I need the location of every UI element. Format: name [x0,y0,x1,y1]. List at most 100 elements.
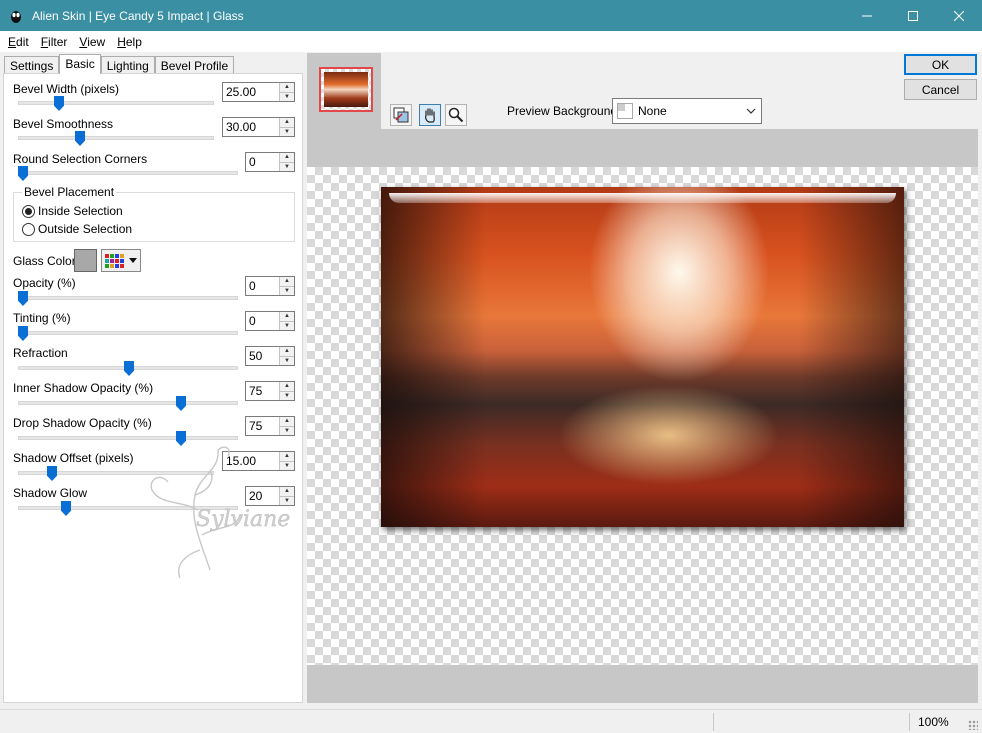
inner-shadow-thumb[interactable] [176,396,186,411]
preview-background-select[interactable]: None [612,98,762,124]
preview-pane[interactable] [307,129,978,703]
bevel-placement-title: Bevel Placement [22,185,117,199]
inner-shadow-stepper[interactable]: 75 ▲ ▼ [245,381,295,401]
drop-shadow-label: Drop Shadow Opacity (%) [13,416,152,430]
drop-shadow-down[interactable]: ▼ [280,426,294,435]
menu-edit[interactable]: Edit [2,35,35,49]
maximize-icon [908,10,918,21]
tinting-thumb[interactable] [18,326,28,341]
round-corners-down[interactable]: ▼ [280,162,294,171]
navigator-area [307,53,381,129]
chevron-down-icon [741,108,761,114]
cancel-button[interactable]: Cancel [904,79,977,100]
menu-help[interactable]: Help [111,35,148,49]
refraction-label: Refraction [13,346,68,360]
tinting-stepper[interactable]: 0 ▲ ▼ [245,311,295,331]
shadow-glow-thumb[interactable] [61,501,71,516]
tab-basic[interactable]: Basic [59,54,101,74]
menu-filter[interactable]: Filter [35,35,74,49]
round-corners-thumb[interactable] [18,166,28,181]
refraction-value[interactable]: 50 [246,347,279,365]
bevel-smoothness-thumb[interactable] [75,131,85,146]
tinting-value[interactable]: 0 [246,312,279,330]
close-button[interactable] [936,0,982,31]
inner-shadow-slider[interactable] [18,401,238,405]
tinting-down[interactable]: ▼ [280,321,294,330]
menu-bar: Edit Filter View Help [0,31,982,52]
hand-tool-button[interactable] [419,104,441,126]
minimize-icon [862,15,872,16]
close-icon [954,10,964,21]
refraction-down[interactable]: ▼ [280,356,294,365]
preview-image [381,187,904,527]
chevron-down-icon [129,258,137,263]
sylviane-watermark: Sylviane [150,446,291,579]
bevel-width-value[interactable]: 25.00 [223,83,279,101]
maximize-button[interactable] [890,0,936,31]
inner-shadow-down[interactable]: ▼ [280,391,294,400]
opacity-stepper[interactable]: 0 ▲ ▼ [245,276,295,296]
opacity-slider[interactable] [18,296,238,300]
shadow-offset-thumb[interactable] [47,466,57,481]
bevel-smoothness-up[interactable]: ▲ [280,118,294,128]
status-divider [713,713,714,731]
round-corners-value[interactable]: 0 [246,153,279,171]
opacity-down[interactable]: ▼ [280,286,294,295]
bevel-width-down[interactable]: ▼ [280,92,294,101]
menu-view[interactable]: View [73,35,111,49]
round-corners-slider[interactable] [18,171,238,175]
resize-grip[interactable] [968,720,978,730]
radio-inside-dot[interactable] [22,204,35,218]
radio-inside-selection[interactable]: Inside Selection [22,204,123,218]
refraction-up[interactable]: ▲ [280,347,294,357]
tab-settings[interactable]: Settings [4,56,60,74]
minimize-button[interactable] [844,0,890,31]
bevel-smoothness-value[interactable]: 30.00 [223,118,279,136]
inner-shadow-value[interactable]: 75 [246,382,279,400]
tinting-label: Tinting (%) [13,311,71,325]
opacity-thumb[interactable] [18,291,28,306]
tinting-slider[interactable] [18,331,238,335]
bevel-width-stepper[interactable]: 25.00 ▲ ▼ [222,82,295,102]
bevel-width-thumb[interactable] [54,96,64,111]
transparency-checkerboard [307,167,978,665]
bevel-smoothness-down[interactable]: ▼ [280,127,294,136]
color-picker-button[interactable] [101,249,141,272]
radio-outside-dot[interactable] [22,222,35,236]
window-title: Alien Skin | Eye Candy 5 Impact | Glass [32,8,244,23]
drop-shadow-up[interactable]: ▲ [280,417,294,427]
opacity-up[interactable]: ▲ [280,277,294,287]
bevel-placement-group: Bevel Placement Inside Selection Outside… [13,185,295,242]
refraction-thumb[interactable] [124,361,134,376]
zoom-tool-button[interactable] [445,104,467,126]
preview-background-label: Preview Background: [507,104,621,118]
tinting-up[interactable]: ▲ [280,312,294,322]
bevel-smoothness-label: Bevel Smoothness [13,117,114,131]
before-after-button[interactable] [390,104,412,126]
zoom-icon [448,107,464,123]
round-corners-up[interactable]: ▲ [280,153,294,163]
zoom-level: 100% [918,715,949,729]
drop-shadow-stepper[interactable]: 75 ▲ ▼ [245,416,295,436]
ok-button[interactable]: OK [904,54,977,75]
glass-bevel-highlight [389,193,896,203]
round-corners-stepper[interactable]: 0 ▲ ▼ [245,152,295,172]
bevel-width-up[interactable]: ▲ [280,83,294,93]
refraction-stepper[interactable]: 50 ▲ ▼ [245,346,295,366]
drop-shadow-value[interactable]: 75 [246,417,279,435]
opacity-label: Opacity (%) [13,276,76,290]
bevel-smoothness-stepper[interactable]: 30.00 ▲ ▼ [222,117,295,137]
inner-shadow-up[interactable]: ▲ [280,382,294,392]
bevel-width-slider[interactable] [18,101,214,105]
color-grid-icon [105,253,124,268]
title-bar: Alien Skin | Eye Candy 5 Impact | Glass [0,0,982,31]
opacity-value[interactable]: 0 [246,277,279,295]
glass-color-swatch[interactable] [74,249,97,272]
tab-bevel-profile[interactable]: Bevel Profile [154,56,235,74]
navigator-thumbnail[interactable] [319,67,373,112]
bevel-width-label: Bevel Width (pixels) [13,82,120,96]
radio-outside-selection[interactable]: Outside Selection [22,222,132,236]
inner-shadow-label: Inner Shadow Opacity (%) [13,381,154,395]
bevel-smoothness-slider[interactable] [18,136,214,140]
tab-lighting[interactable]: Lighting [100,56,155,74]
